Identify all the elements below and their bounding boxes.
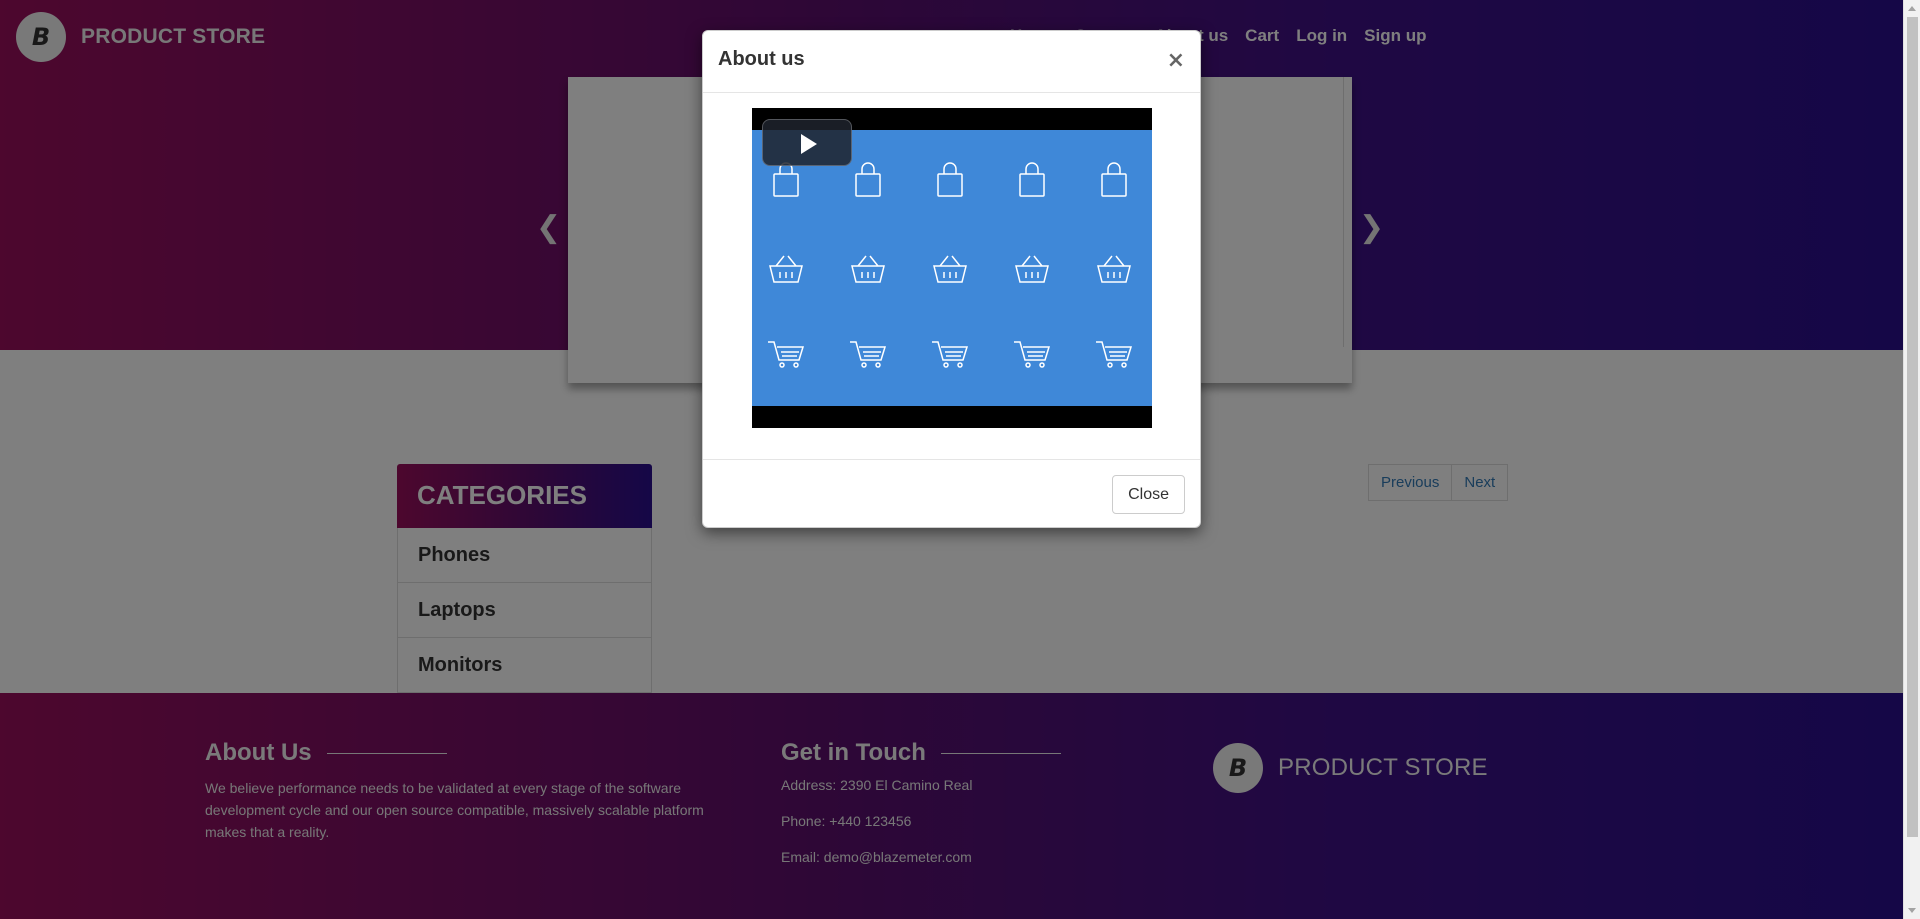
- about-us-modal: About us × Close: [702, 30, 1201, 528]
- shopping-bag-icon: [855, 162, 881, 197]
- shopping-basket-icon: [1097, 255, 1131, 283]
- scroll-thumb[interactable]: [1907, 17, 1918, 837]
- shopping-basket-icon: [1015, 255, 1049, 283]
- shopping-cart-icon: [1096, 341, 1133, 368]
- close-button[interactable]: Close: [1112, 475, 1185, 514]
- shopping-cart-icon: [932, 341, 969, 368]
- shopping-basket-icon: [769, 255, 803, 283]
- shopping-bag-icon: [937, 162, 963, 197]
- scroll-up-icon[interactable]: [1908, 6, 1916, 11]
- modal-title: About us: [718, 48, 805, 70]
- video-thumbnail-icons: [768, 162, 1133, 368]
- shopping-cart-icon: [1014, 341, 1051, 368]
- modal-header: About us ×: [703, 31, 1200, 93]
- page-scrollbar[interactable]: [1903, 0, 1920, 919]
- modal-footer: Close: [703, 459, 1200, 528]
- shopping-bag-icon: [1101, 162, 1127, 197]
- shopping-bag-icon: [1019, 162, 1045, 197]
- shopping-cart-icon: [768, 341, 805, 368]
- shopping-basket-icon: [933, 255, 967, 283]
- video-frame: [752, 130, 1152, 406]
- scroll-down-icon[interactable]: [1908, 908, 1916, 913]
- play-button-icon[interactable]: [762, 119, 852, 166]
- shopping-basket-icon: [851, 255, 885, 283]
- shopping-bag-icon: [773, 162, 799, 197]
- video-player[interactable]: [752, 108, 1152, 428]
- shopping-cart-icon: [850, 341, 887, 368]
- modal-body: [703, 93, 1200, 459]
- close-icon[interactable]: ×: [1167, 48, 1185, 73]
